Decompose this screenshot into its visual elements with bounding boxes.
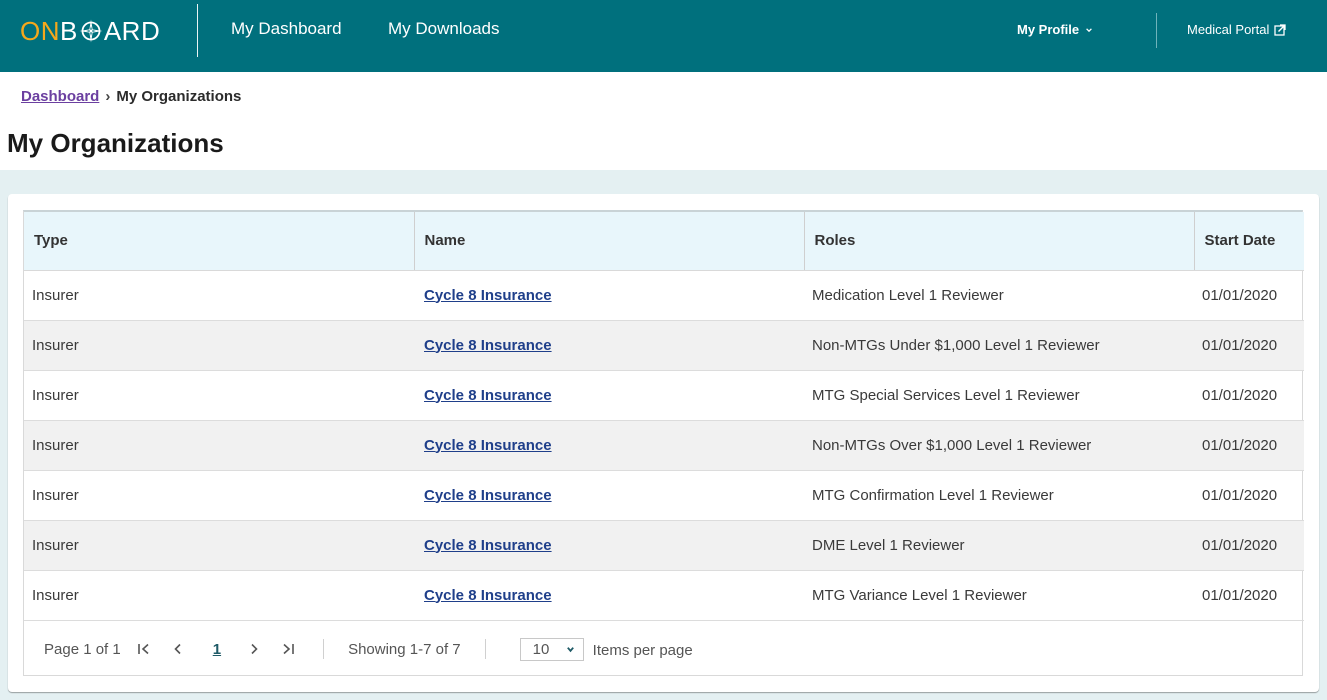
cell-role: MTG Confirmation Level 1 Reviewer	[804, 470, 1194, 521]
showing-count: Showing 1-7 of 7	[348, 640, 461, 658]
last-page-button[interactable]	[279, 640, 297, 658]
items-per-page-label: Items per page	[592, 642, 693, 659]
column-header-name[interactable]: Name	[414, 212, 805, 271]
pager-divider	[484, 639, 486, 659]
organization-name-link[interactable]: Cycle 8 Insurance	[424, 487, 552, 504]
cell-type: Insurer	[24, 320, 414, 371]
chevron-right-icon	[251, 643, 258, 655]
organizations-table-container: Type Name Roles Start Date Insurer Cycle…	[23, 210, 1304, 676]
organizations-table: Type Name Roles Start Date Insurer Cycle…	[24, 212, 1304, 621]
organization-name-link[interactable]: Cycle 8 Insurance	[424, 537, 552, 554]
table-row: Insurer Cycle 8 Insurance DME Level 1 Re…	[24, 520, 1304, 571]
chevron-down-icon	[1086, 27, 1092, 32]
pager-divider	[323, 639, 325, 659]
pagination-bar: Page 1 of 1 1 Showing 1-7 of 7 10 Items …	[24, 622, 1302, 676]
medical-portal-link[interactable]: Medical Portal	[1187, 22, 1287, 37]
cell-name: Cycle 8 Insurance	[414, 320, 804, 371]
organization-name-link[interactable]: Cycle 8 Insurance	[424, 287, 552, 304]
cell-role: Non-MTGs Under $1,000 Level 1 Reviewer	[804, 320, 1194, 371]
external-link-icon	[1274, 23, 1287, 36]
cell-role: Medication Level 1 Reviewer	[804, 270, 1194, 321]
cell-name: Cycle 8 Insurance	[414, 570, 804, 621]
header-divider-right	[1156, 13, 1157, 48]
header-divider	[197, 4, 198, 57]
cell-start-date: 01/01/2020	[1194, 420, 1304, 471]
cell-name: Cycle 8 Insurance	[414, 270, 804, 321]
nav-my-downloads[interactable]: My Downloads	[388, 19, 500, 39]
cell-start-date: 01/01/2020	[1194, 370, 1304, 421]
cell-start-date: 01/01/2020	[1194, 570, 1304, 621]
organizations-card: Type Name Roles Start Date Insurer Cycle…	[8, 194, 1319, 692]
next-page-button[interactable]	[245, 640, 263, 658]
cell-start-date: 01/01/2020	[1194, 320, 1304, 371]
cell-type: Insurer	[24, 470, 414, 521]
cell-role: DME Level 1 Reviewer	[804, 520, 1194, 571]
cell-type: Insurer	[24, 370, 414, 421]
cell-name: Cycle 8 Insurance	[414, 470, 804, 521]
table-row: Insurer Cycle 8 Insurance Medication Lev…	[24, 270, 1304, 321]
cell-start-date: 01/01/2020	[1194, 270, 1304, 321]
items-per-page-select[interactable]: 10	[519, 637, 584, 661]
items-per-page-value: 10	[532, 640, 550, 658]
previous-page-button[interactable]	[169, 640, 187, 658]
table-row: Insurer Cycle 8 Insurance MTG Confirmati…	[24, 470, 1304, 521]
organization-name-link[interactable]: Cycle 8 Insurance	[424, 437, 552, 454]
table-row: Insurer Cycle 8 Insurance Non-MTGs Under…	[24, 320, 1304, 371]
cell-start-date: 01/01/2020	[1194, 470, 1304, 521]
page-indicator: Page 1 of 1	[44, 640, 121, 658]
cell-type: Insurer	[24, 420, 414, 471]
first-page-icon	[137, 643, 149, 655]
onboard-logo[interactable]: ON B ARD	[20, 15, 160, 47]
cell-type: Insurer	[24, 270, 414, 321]
cell-role: Non-MTGs Over $1,000 Level 1 Reviewer	[804, 420, 1194, 471]
my-profile-label: My Profile	[1017, 22, 1080, 37]
table-row: Insurer Cycle 8 Insurance MTG Special Se…	[24, 370, 1304, 421]
medical-portal-label: Medical Portal	[1187, 22, 1270, 37]
cell-type: Insurer	[24, 520, 414, 571]
column-header-start-date[interactable]: Start Date	[1194, 212, 1304, 271]
page-number-link[interactable]: 1	[213, 641, 221, 658]
breadcrumb: Dashboard › My Organizations	[21, 88, 241, 105]
cell-name: Cycle 8 Insurance	[414, 520, 804, 571]
breadcrumb-dashboard-link[interactable]: Dashboard	[21, 88, 99, 105]
page-title: My Organizations	[7, 128, 224, 158]
compass-icon	[79, 19, 103, 43]
breadcrumb-current: My Organizations	[116, 88, 242, 105]
my-profile-menu[interactable]: My Profile	[1017, 22, 1093, 37]
organization-name-link[interactable]: Cycle 8 Insurance	[424, 387, 552, 404]
cell-type: Insurer	[24, 570, 414, 621]
cell-name: Cycle 8 Insurance	[414, 420, 804, 471]
organization-name-link[interactable]: Cycle 8 Insurance	[424, 587, 552, 604]
breadcrumb-separator: ›	[105, 88, 111, 105]
first-page-button[interactable]	[135, 640, 153, 658]
cell-name: Cycle 8 Insurance	[414, 370, 804, 421]
table-header-row: Type Name Roles Start Date	[24, 212, 1304, 271]
last-page-icon	[283, 643, 294, 655]
column-header-roles[interactable]: Roles	[804, 212, 1195, 271]
logo-text-b: B	[60, 15, 78, 46]
nav-my-dashboard[interactable]: My Dashboard	[231, 19, 342, 39]
cell-start-date: 01/01/2020	[1194, 520, 1304, 571]
cell-role: MTG Special Services Level 1 Reviewer	[804, 370, 1194, 421]
logo-text-on: ON	[20, 15, 60, 46]
chevron-down-icon	[566, 646, 574, 652]
column-header-type[interactable]: Type	[24, 212, 415, 271]
organization-name-link[interactable]: Cycle 8 Insurance	[424, 337, 552, 354]
table-row: Insurer Cycle 8 Insurance MTG Variance L…	[24, 570, 1304, 621]
cell-role: MTG Variance Level 1 Reviewer	[804, 570, 1194, 621]
top-navigation-bar: ON B ARD My Dashboard My Downloads My Pr…	[0, 0, 1327, 72]
page-header: Dashboard › My Organizations My Organiza…	[0, 72, 1327, 170]
table-row: Insurer Cycle 8 Insurance Non-MTGs Over …	[24, 420, 1304, 471]
chevron-left-icon	[174, 643, 181, 655]
logo-text-ard: ARD	[103, 15, 161, 46]
